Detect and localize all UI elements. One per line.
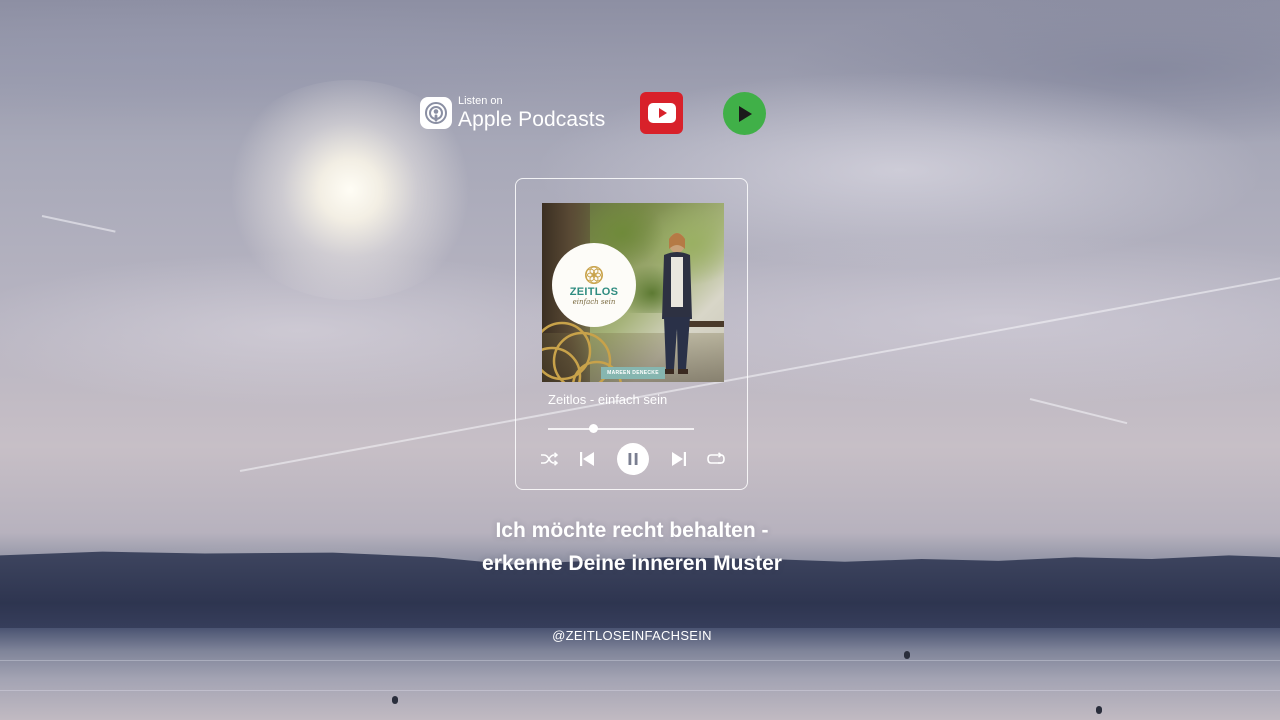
previous-button[interactable] [577, 450, 597, 468]
repeat-icon [707, 452, 725, 464]
play-icon [738, 105, 752, 122]
progress-thumb[interactable] [588, 424, 598, 433]
repeat-button[interactable] [705, 450, 727, 468]
water-reflection [0, 660, 1280, 661]
shuffle-button[interactable] [538, 450, 560, 468]
buoy [1096, 706, 1102, 714]
podcast-icon [420, 97, 452, 129]
flower-of-life-icon [585, 265, 603, 284]
social-handle: @ZEITLOSEINFACHSEIN [552, 628, 712, 643]
headline-line-1: Ich möchte recht behalten - [495, 519, 769, 542]
skip-next-icon [672, 452, 686, 466]
apple-podcasts-button[interactable]: Listen on Apple Podcasts [420, 95, 610, 131]
track-title: Zeitlos - einfach sein [548, 392, 668, 407]
podcast-promo-canvas: Listen on Apple Podcasts ZEITLOS einfach… [0, 0, 1280, 720]
cover-author-tag: MAREEN DENECKE [601, 367, 665, 379]
shuffle-icon [541, 452, 558, 466]
buoy [392, 696, 398, 704]
cover-logo-title: ZEITLOS [569, 285, 619, 298]
listen-on-label: Listen on [458, 95, 503, 107]
podcast-cover-art: ZEITLOS einfach sein MAREEN DENECKE [542, 203, 724, 382]
pause-button[interactable] [617, 443, 649, 475]
next-button[interactable] [669, 450, 689, 468]
cover-person-image [662, 233, 692, 374]
buoy [904, 651, 910, 659]
skip-previous-icon [580, 452, 594, 466]
podcast-logo: ZEITLOS einfach sein [552, 243, 636, 327]
cover-logo-subtitle: einfach sein [572, 297, 616, 306]
pause-icon [628, 453, 638, 465]
listen-play-button[interactable] [723, 92, 766, 135]
episode-headline: Ich möchte recht behalten - erkenne Dein… [440, 514, 824, 580]
youtube-icon [647, 103, 676, 123]
headline-line-2: erkenne Deine inneren Muster [482, 552, 782, 575]
progress-bar[interactable] [548, 428, 694, 430]
water-reflection [0, 690, 1280, 691]
youtube-button[interactable] [640, 92, 683, 134]
music-player-card: ZEITLOS einfach sein MAREEN DENECKE Zeit… [515, 178, 748, 490]
apple-podcasts-label: Apple Podcasts [458, 108, 606, 131]
